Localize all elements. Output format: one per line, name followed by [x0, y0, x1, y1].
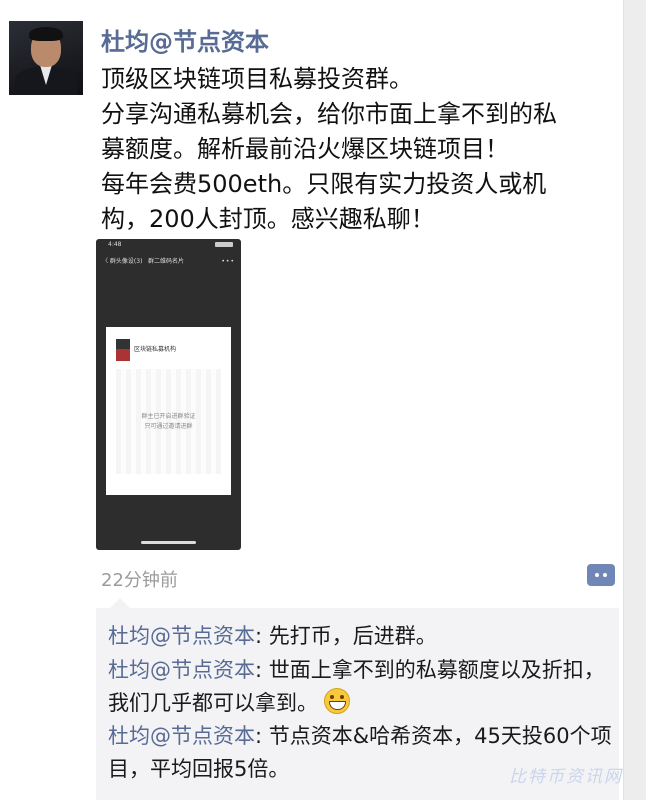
home-indicator [141, 541, 196, 544]
image-status-time: 4:48 [108, 241, 122, 248]
image-status-bar: 4:48 [96, 239, 241, 251]
avatar-hair [29, 27, 63, 41]
signal-icon [215, 242, 233, 247]
post-author-name[interactable]: 杜均@节点资本 [101, 22, 269, 57]
image-nav-title: 群二维码名片 [148, 258, 185, 265]
grinning-emoji-icon [324, 688, 350, 714]
more-icon: ••• [221, 258, 235, 265]
watermark: 比特币资讯网 [509, 767, 623, 787]
post-text: 顶级区块链项目私募投资群。 分享沟通私募机会，给你市面上拿不到的私 募额度。解析… [101, 62, 611, 237]
qr-card: 区块链私募机构 群主已开启进群验证 只可通过邀请进群 [106, 327, 231, 495]
image-nav-back: 〈 群头像设(3) [102, 258, 143, 265]
qr-expired-line: 只可通过邀请进群 [144, 423, 193, 430]
post-image[interactable]: 4:48 〈 群头像设(3) 群二维码名片 ••• 区块链私募机构 群主已开启进… [96, 239, 241, 550]
comment-author[interactable]: 杜均@节点资本 [108, 658, 255, 682]
qr-group-name: 区块链私募机构 [134, 346, 177, 353]
comment-author[interactable]: 杜均@节点资本 [108, 624, 255, 648]
avatar[interactable] [9, 21, 83, 95]
group-thumbnail [116, 339, 130, 361]
image-nav-bar: 〈 群头像设(3) 群二维码名片 ••• [96, 255, 241, 269]
qr-expired-line: 群主已开启进群验证 [141, 413, 196, 420]
post-text-line: 分享沟通私募机会，给你市面上拿不到的私 [101, 100, 557, 128]
dot [595, 573, 599, 577]
comment-text: : 先打币，后进群。 [255, 624, 437, 648]
comment-item[interactable]: 杜均@节点资本: 世面上拿不到的私募额度以及折扣，我们几乎都可以拿到。 [108, 654, 613, 720]
comment-author[interactable]: 杜均@节点资本 [108, 724, 255, 748]
dot [603, 573, 607, 577]
comment-item[interactable]: 杜均@节点资本: 先打币，后进群。 [108, 620, 613, 653]
post-text-line: 顶级区块链项目私募投资群。 [101, 65, 413, 93]
post-timestamp: 22分钟前 [101, 570, 178, 591]
comment-button[interactable] [587, 564, 615, 586]
post-text-line: 募额度。解析最前沿火爆区块链项目！ [101, 135, 509, 163]
post-text-line: 构，200人封顶。感兴趣私聊！ [101, 205, 435, 233]
post-text-line: 每年会费500eth。只限有实力投资人或机 [101, 170, 547, 198]
right-edge-strip [623, 0, 646, 800]
